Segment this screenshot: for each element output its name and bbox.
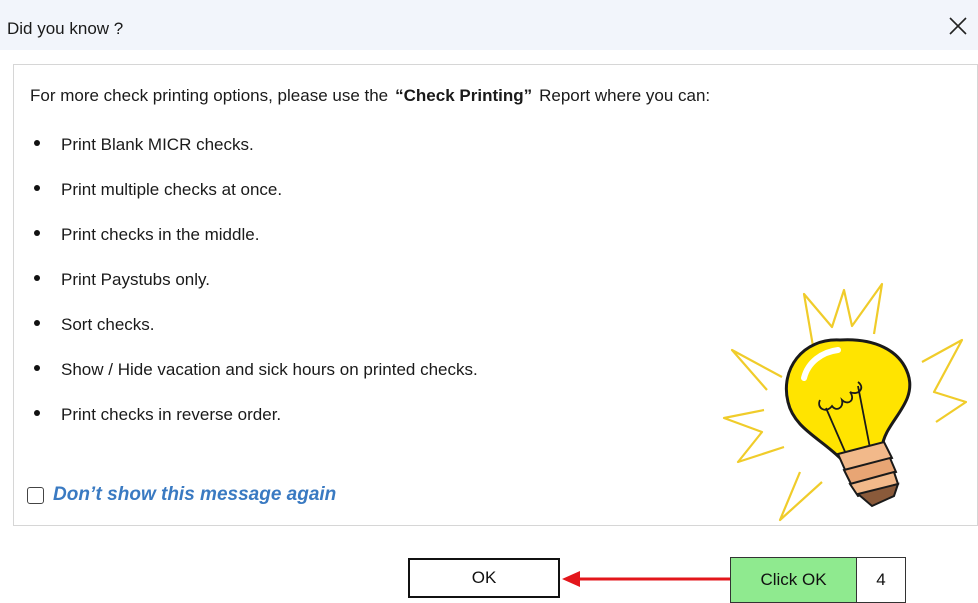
list-item-text: Print multiple checks at once. <box>61 180 283 199</box>
list-item-text: Sort checks. <box>61 315 155 334</box>
list-item-text: Show / Hide vacation and sick hours on p… <box>61 360 478 379</box>
bullet-icon <box>34 320 40 326</box>
dialog-titlebar: Did you know ? <box>0 0 978 50</box>
bullet-icon <box>34 410 40 416</box>
intro-text: For more check printing options, please … <box>30 86 710 106</box>
bullet-icon <box>34 230 40 236</box>
list-item: Print multiple checks at once. <box>30 180 478 225</box>
dialog-title: Did you know ? <box>7 19 124 38</box>
list-item-text: Print checks in the middle. <box>61 225 260 244</box>
annotation-callout: Click OK <box>730 557 857 603</box>
close-icon[interactable] <box>948 16 968 36</box>
bullet-icon <box>34 185 40 191</box>
dont-show-again-checkbox[interactable] <box>27 486 44 504</box>
list-item: Print checks in the middle. <box>30 225 478 270</box>
dont-show-again-row[interactable]: Don’t show this message again <box>27 484 336 506</box>
ok-button[interactable]: OK <box>408 558 560 598</box>
intro-text-after: Report where you can: <box>539 86 711 105</box>
list-item: Sort checks. <box>30 315 478 360</box>
dont-show-again-label[interactable]: Don’t show this message again <box>53 484 336 506</box>
feature-list: Print Blank MICR checks. Print multiple … <box>30 135 478 450</box>
arrow-icon <box>562 571 730 587</box>
list-item: Print Paystubs only. <box>30 270 478 315</box>
bullet-icon <box>34 140 40 146</box>
check-printing-report-name: “Check Printing” <box>395 86 533 105</box>
list-item-text: Print Paystubs only. <box>61 270 210 289</box>
step-number-badge: 4 <box>856 557 906 603</box>
bullet-icon <box>34 365 40 371</box>
intro-text-before: For more check printing options, please … <box>30 86 389 105</box>
list-item: Show / Hide vacation and sick hours on p… <box>30 360 478 405</box>
list-item-text: Print checks in reverse order. <box>61 405 282 424</box>
list-item-text: Print Blank MICR checks. <box>61 135 254 154</box>
bullet-icon <box>34 275 40 281</box>
list-item: Print checks in reverse order. <box>30 405 478 450</box>
light-bulb-icon <box>722 282 967 522</box>
list-item: Print Blank MICR checks. <box>30 135 478 180</box>
